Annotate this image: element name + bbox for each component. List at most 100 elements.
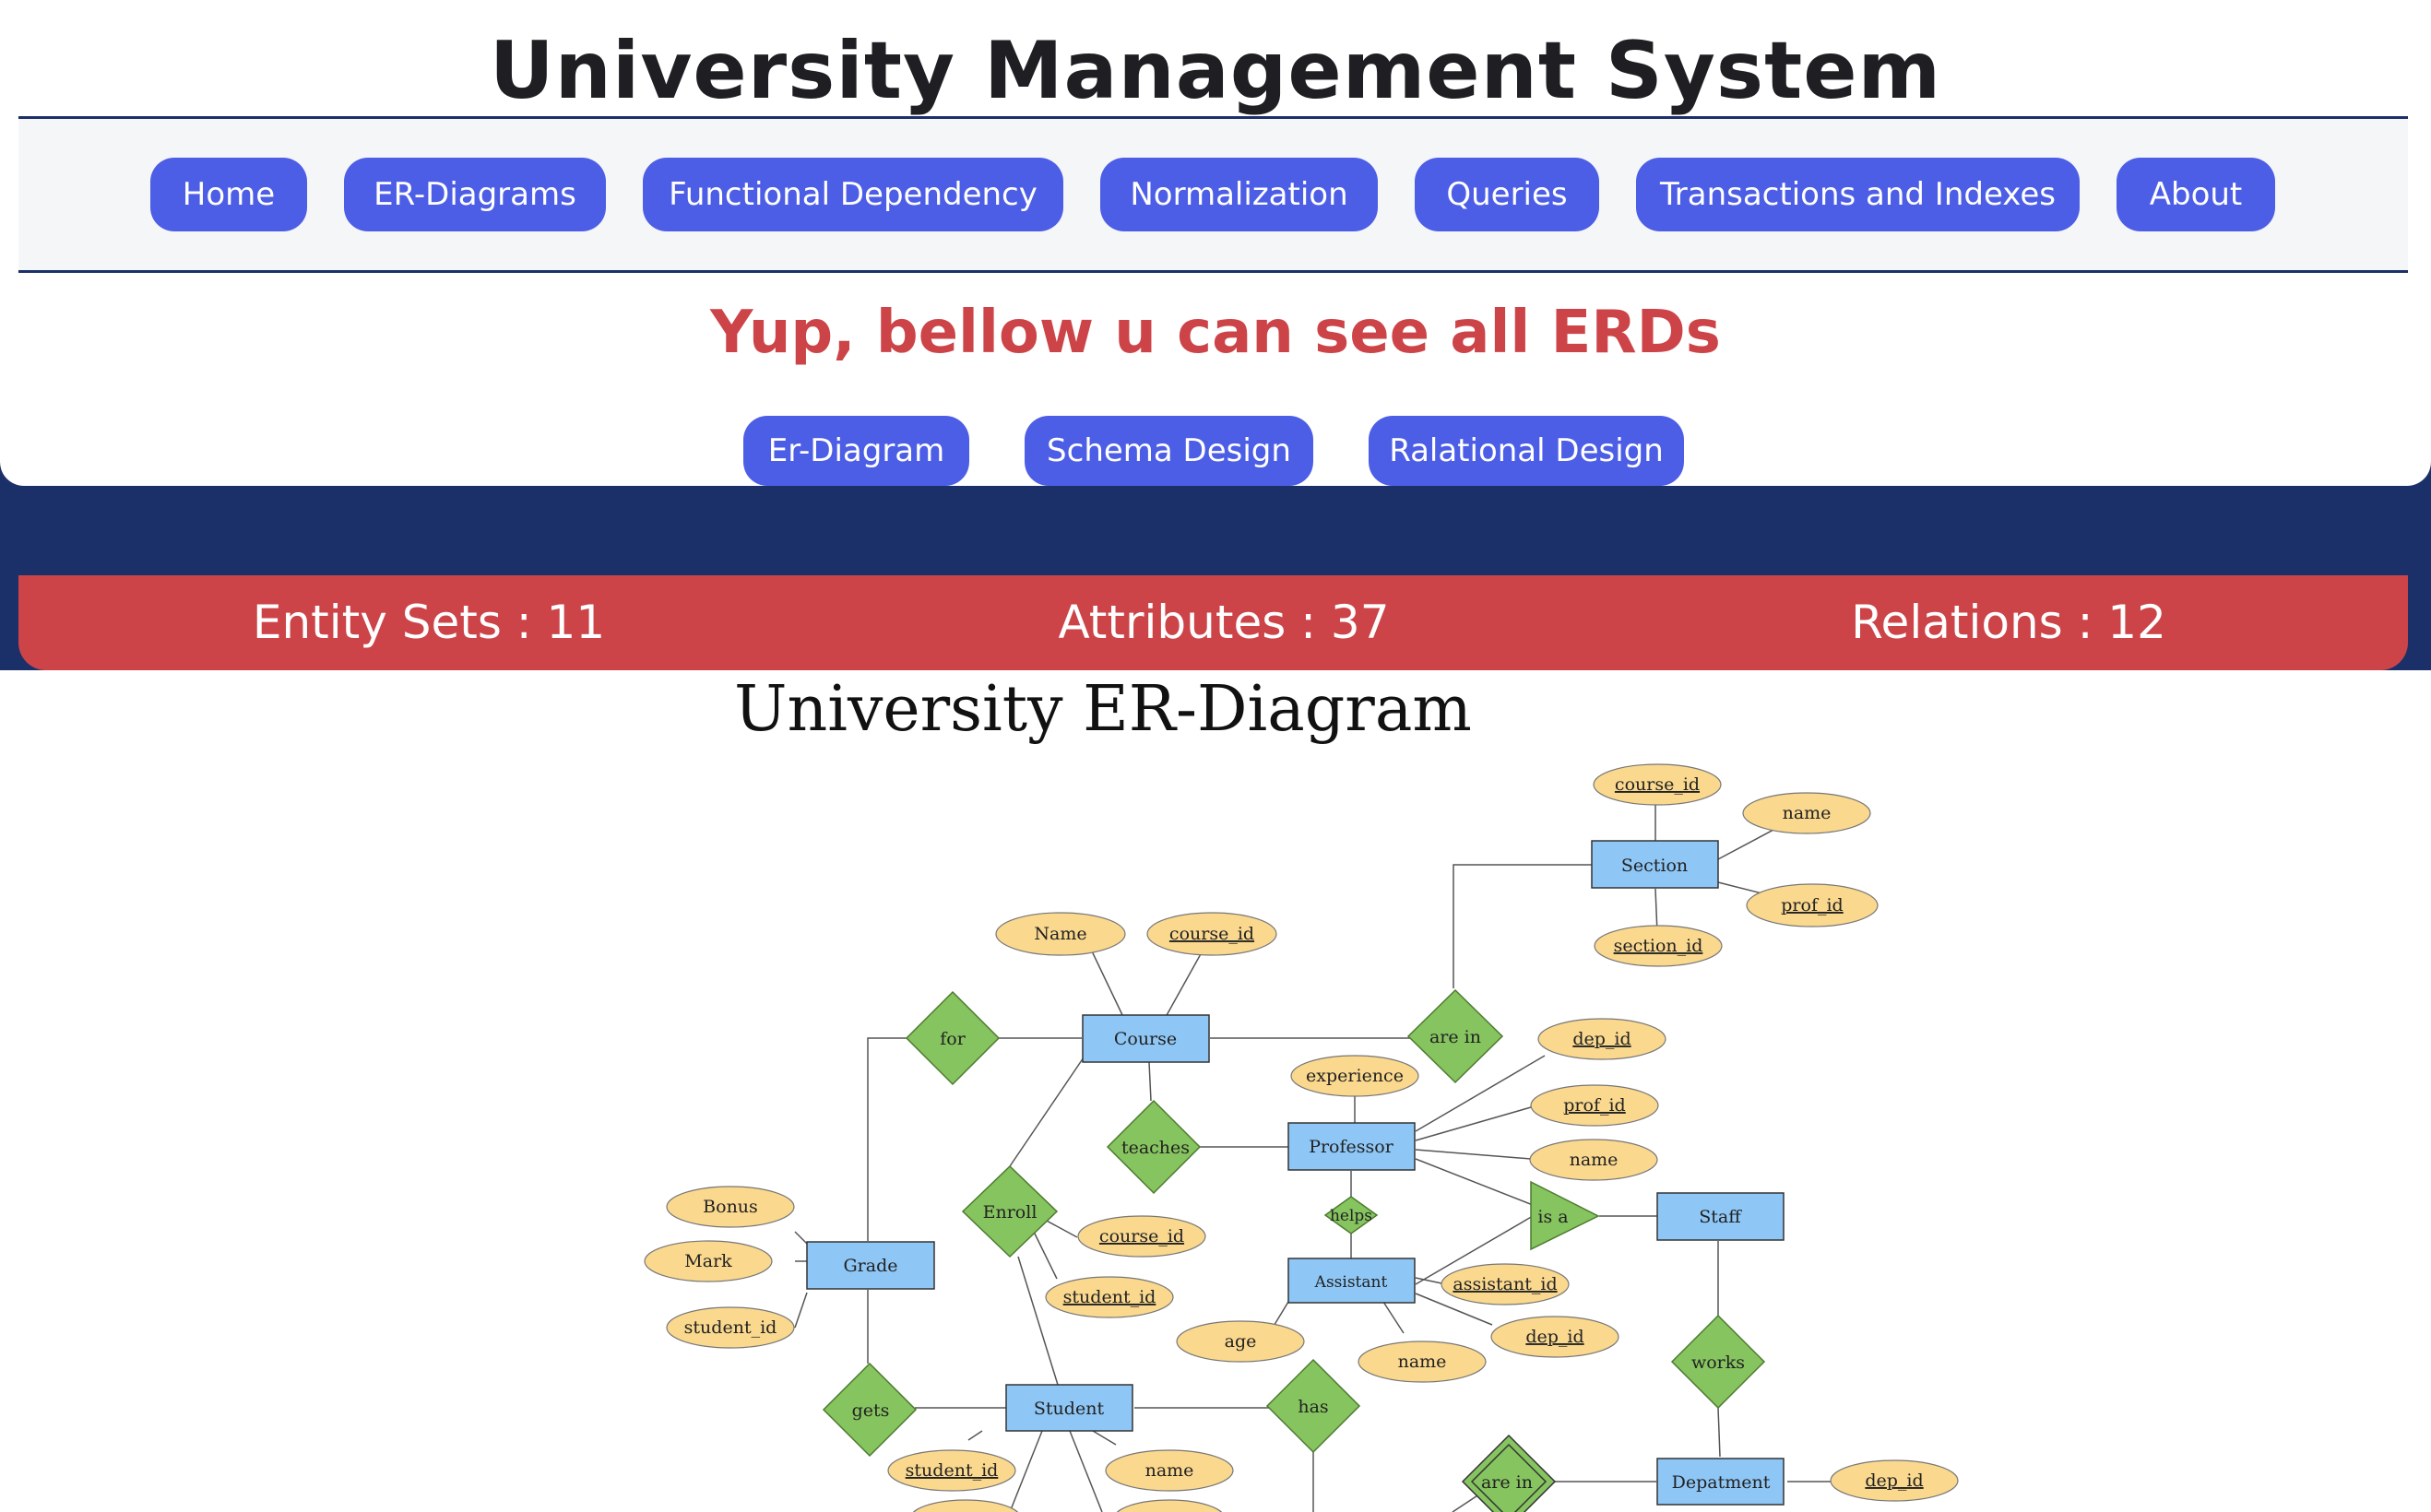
subnav-relational-design[interactable]: Ralational Design [1369,416,1684,486]
stat-relations: Relations : 12 [1851,596,2166,649]
stat-entity-sets: Entity Sets : 11 [252,596,606,649]
attr-enroll-course-id: course_id [1077,1215,1206,1258]
rel-gets: gets [822,1362,918,1458]
rel-for-label: for [940,1029,966,1049]
nav-about[interactable]: About [2117,158,2275,231]
rel-is-a: is a [1530,1180,1600,1251]
rel-gets-label: gets [852,1400,890,1421]
er-diagram-image: University ER-Diagram Section Course Pro… [644,673,1959,1512]
svg-text:name: name [1398,1352,1447,1372]
attr-partial-1 [912,1499,1019,1512]
entity-grade: Grade [806,1241,935,1290]
attr-partial-2 [1116,1499,1223,1512]
rel-helps-label: helps [1330,1207,1372,1225]
svg-text:dep_id: dep_id [1865,1471,1923,1491]
attr-assistant-assistant-id: assistant_id [1441,1263,1570,1305]
nav-transactions-indexes[interactable]: Transactions and Indexes [1636,158,2080,231]
attr-section-course-id: course_id [1593,763,1722,806]
entity-assistant: Assistant [1287,1258,1416,1304]
attr-prof-prof-id: prof_id [1530,1084,1659,1127]
attr-dept-dep-id: dep_id [1830,1459,1959,1502]
rel-teaches-label: teaches [1121,1138,1190,1158]
attr-prof-name: name [1529,1139,1658,1181]
entity-section: Section [1591,840,1719,889]
attr-grade-student-id: student_id [666,1306,795,1349]
site-title: University Management System [489,25,1942,117]
attr-assistant-dep-id: dep_id [1490,1316,1619,1358]
rel-works: works [1670,1314,1766,1410]
svg-text:course_id: course_id [1169,924,1254,944]
rel-are-in-2-label: are in [1481,1472,1533,1493]
rel-enroll: Enroll [961,1164,1059,1258]
rel-works-label: works [1691,1353,1745,1373]
svg-text:section_id: section_id [1614,936,1703,956]
nav-er-diagrams[interactable]: ER-Diagrams [344,158,606,231]
svg-text:student_id: student_id [906,1460,999,1481]
attr-course-course-id: course_id [1146,912,1277,956]
entity-course-label: Course [1114,1029,1177,1049]
attr-student-student-id: student_id [887,1449,1016,1492]
svg-text:name: name [1570,1150,1619,1170]
rel-helps: helps [1323,1196,1379,1234]
entity-department: Depatment [1656,1458,1785,1506]
svg-text:name: name [1145,1460,1194,1481]
page-subtitle: Yup, bellow u can see all ERDs [710,299,1721,367]
nav-home[interactable]: Home [150,158,307,231]
nav-normalization[interactable]: Normalization [1100,158,1378,231]
rel-has-label: has [1298,1397,1328,1417]
rel-enroll-label: Enroll [983,1202,1038,1223]
subnav-schema-design[interactable]: Schema Design [1025,416,1313,486]
svg-text:dep_id: dep_id [1572,1029,1631,1049]
main-navbar: Home ER-Diagrams Functional Dependency N… [18,116,2408,273]
nav-list: Home ER-Diagrams Functional Dependency N… [18,119,2408,270]
attr-prof-dep-id: dep_id [1537,1018,1666,1060]
entity-assistant-label: Assistant [1314,1273,1388,1292]
diagram-title: University ER-Diagram [734,673,1472,746]
attr-prof-experience: experience [1290,1055,1419,1097]
content-area: University ER-Diagram Section Course Pro… [0,670,2431,1512]
entity-professor-label: Professor [1309,1137,1394,1157]
svg-text:prof_id: prof_id [1563,1095,1625,1116]
rel-has: has [1265,1358,1361,1454]
svg-text:name: name [1783,803,1832,823]
svg-text:experience: experience [1306,1066,1404,1086]
svg-text:student_id: student_id [1063,1287,1156,1307]
attr-student-name: name [1105,1449,1234,1492]
svg-text:Name: Name [1034,924,1086,944]
entity-department-label: Depatment [1672,1472,1771,1493]
svg-text:age: age [1225,1331,1257,1352]
svg-text:prof_id: prof_id [1781,895,1843,915]
rel-are-in-1-label: are in [1429,1027,1481,1047]
svg-text:Mark: Mark [684,1251,732,1271]
entity-staff-label: Staff [1699,1207,1742,1227]
svg-text:assistant_id: assistant_id [1453,1274,1557,1294]
entity-staff: Staff [1656,1192,1785,1241]
entity-course: Course [1082,1014,1210,1063]
entity-section-label: Section [1621,856,1688,876]
svg-text:course_id: course_id [1099,1226,1184,1246]
attr-assistant-name: name [1358,1341,1487,1383]
entity-student: Student [1005,1384,1133,1432]
entity-student-label: Student [1034,1399,1105,1419]
attr-section-section-id: section_id [1594,925,1723,967]
attr-enroll-student-id: student_id [1045,1276,1174,1318]
header-card: University Management System Home ER-Dia… [0,0,2431,486]
stat-attributes: Attributes : 37 [1058,596,1390,649]
svg-text:dep_id: dep_id [1525,1327,1583,1347]
entity-grade-label: Grade [844,1256,898,1276]
stats-bar: Entity Sets : 11 Attributes : 37 Relatio… [18,575,2408,670]
attr-assistant-age: age [1176,1320,1305,1363]
entity-professor: Professor [1287,1122,1416,1171]
rel-are-in-2: are in [1461,1434,1557,1512]
svg-text:Bonus: Bonus [703,1197,758,1217]
nav-functional-dependency[interactable]: Functional Dependency [643,158,1063,231]
attr-course-name: Name [995,912,1126,956]
nav-queries[interactable]: Queries [1415,158,1599,231]
rel-teaches: teaches [1106,1099,1202,1195]
svg-text:student_id: student_id [684,1317,777,1338]
svg-text:course_id: course_id [1615,774,1700,795]
attr-section-name: name [1742,792,1871,834]
rel-are-in-1: are in [1406,988,1504,1084]
rel-for: for [905,990,1001,1086]
subnav-er-diagram[interactable]: Er-Diagram [743,416,969,486]
